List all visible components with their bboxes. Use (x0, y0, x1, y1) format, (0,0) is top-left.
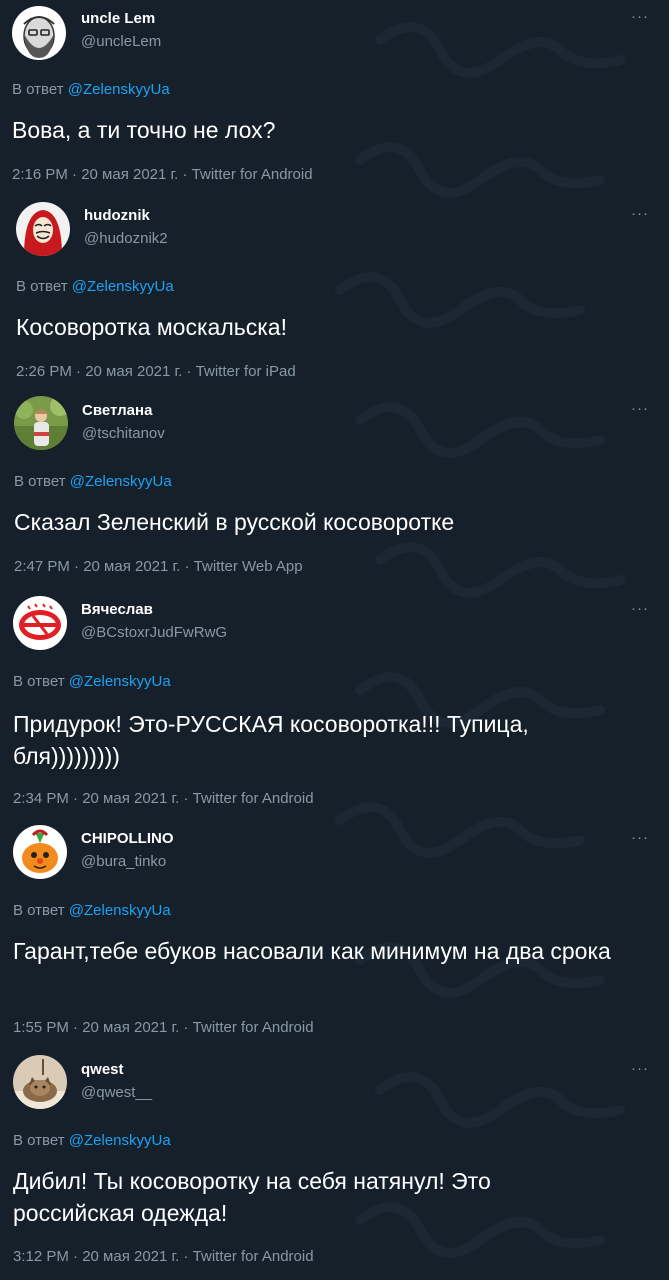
more-options-button[interactable]: ··· (631, 206, 649, 221)
mention-link[interactable]: @ZelenskyyUa (70, 473, 172, 490)
reply-prefix: В ответ (13, 1132, 65, 1149)
more-options-button[interactable]: ··· (631, 601, 649, 616)
more-options-button[interactable]: ··· (631, 1061, 649, 1076)
more-options-button[interactable]: ··· (631, 401, 649, 416)
tweet-timestamp[interactable]: 1:55 PM · 20 мая 2021 г. · Twitter for A… (13, 1019, 314, 1036)
tweet-text: Дибил! Ты косоворотку на себя натянул! Э… (13, 1168, 491, 1226)
mention-link[interactable]: @ZelenskyyUa (72, 278, 174, 295)
avatar[interactable] (16, 202, 70, 256)
tweet-timestamp[interactable]: 2:26 PM · 20 мая 2021 г. · Twitter for i… (16, 363, 296, 380)
tweet-timestamp[interactable]: 2:47 PM · 20 мая 2021 г. · Twitter Web A… (14, 558, 303, 575)
tweet-timestamp[interactable]: 2:16 PM · 20 мая 2021 г. · Twitter for A… (12, 166, 313, 183)
avatar[interactable] (14, 396, 68, 450)
cat-photo-avatar-icon (13, 1055, 67, 1109)
tweet-timestamp[interactable]: 3:12 PM · 20 мая 2021 г. · Twitter for A… (13, 1248, 314, 1265)
mention-link[interactable]: @ZelenskyyUa (69, 1132, 171, 1149)
more-options-button[interactable]: ··· (631, 830, 649, 845)
onion-cartoon-avatar-icon (13, 825, 67, 879)
tweet-text: Сказал Зеленский в русской косоворотке (14, 509, 455, 535)
reply-context: В ответ @ZelenskyyUa (14, 473, 172, 490)
user-handle[interactable]: @bura_tinko (81, 853, 166, 870)
woman-outdoors-avatar-icon (14, 396, 68, 450)
tweet-text: Гарант,тебе ебуков насовали как минимум … (13, 938, 611, 964)
avatar[interactable] (13, 1055, 67, 1109)
spartak-logo-avatar-icon (13, 596, 67, 650)
mention-link[interactable]: @ZelenskyyUa (68, 81, 170, 98)
more-options-button[interactable]: ··· (631, 9, 649, 24)
mention-link[interactable]: @ZelenskyyUa (69, 673, 171, 690)
avatar[interactable] (13, 825, 67, 879)
reply-context: В ответ @ZelenskyyUa (13, 673, 171, 690)
reply-prefix: В ответ (14, 473, 66, 490)
tweet-text: Придурок! Это-РУССКАЯ косоворотка!!! Туп… (13, 711, 529, 769)
reply-context: В ответ @ZelenskyyUa (13, 902, 171, 919)
reply-context: В ответ @ZelenskyyUa (12, 81, 170, 98)
tweet-text: Косоворотка москальска! (16, 314, 287, 340)
user-handle[interactable]: @BCstoxrJudFwRwG (81, 624, 227, 641)
red-hood-mask-avatar-icon (16, 202, 70, 256)
user-name[interactable]: Вячеслав (81, 601, 153, 618)
avatar[interactable] (12, 6, 66, 60)
user-name[interactable]: Светлана (82, 402, 152, 419)
bearded-man-avatar-icon (12, 6, 66, 60)
tweet-timestamp[interactable]: 2:34 PM · 20 мая 2021 г. · Twitter for A… (13, 790, 314, 807)
user-name[interactable]: qwest (81, 1061, 124, 1078)
avatar[interactable] (13, 596, 67, 650)
user-handle[interactable]: @hudoznik2 (84, 230, 168, 247)
user-name[interactable]: hudoznik (84, 207, 150, 224)
user-handle[interactable]: @qwest__ (81, 1084, 152, 1101)
reply-prefix: В ответ (12, 81, 64, 98)
user-name[interactable]: uncle Lem (81, 10, 155, 27)
user-name[interactable]: CHIPOLLINO (81, 830, 174, 847)
tweet-text: Вова, а ти точно не лох? (12, 117, 276, 143)
reply-context: В ответ @ZelenskyyUa (13, 1132, 171, 1149)
reply-prefix: В ответ (13, 673, 65, 690)
mention-link[interactable]: @ZelenskyyUa (69, 902, 171, 919)
reply-context: В ответ @ZelenskyyUa (16, 278, 174, 295)
reply-prefix: В ответ (13, 902, 65, 919)
user-handle[interactable]: @tschitanov (82, 425, 165, 442)
reply-prefix: В ответ (16, 278, 68, 295)
user-handle[interactable]: @uncleLem (81, 33, 161, 50)
